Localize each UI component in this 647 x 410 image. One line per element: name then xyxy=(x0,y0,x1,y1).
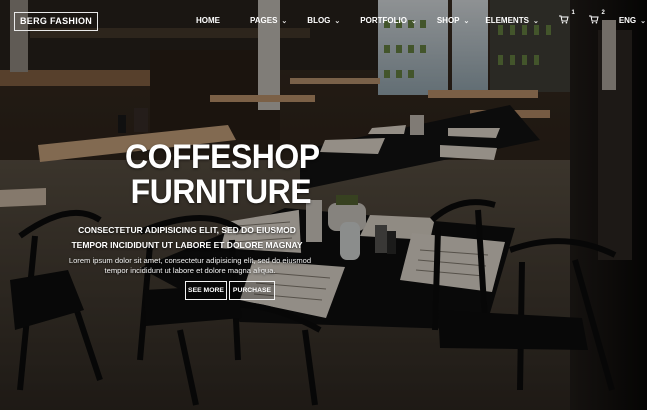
hero-title: COFFESHOP FURNITURE xyxy=(125,140,320,210)
language-label: ENG xyxy=(618,16,637,25)
chevron-down-icon: ⌄ xyxy=(532,17,539,25)
nav-item-elements[interactable]: ELEMENTS ⌄ xyxy=(485,16,538,25)
chevron-down-icon: ⌄ xyxy=(410,17,417,25)
nav-item-portfolio[interactable]: PORTFOLIO ⌄ xyxy=(360,16,417,25)
language-selector[interactable]: ENG ⌄ xyxy=(619,16,646,25)
nav-item-label: PAGES xyxy=(250,16,278,25)
site-header: BERG FASHION HOME PAGES ⌄ BLOG ⌄ PORTFOL… xyxy=(0,0,647,42)
cart-badge: 1 xyxy=(571,10,575,16)
purchase-button[interactable]: PURCHASE xyxy=(229,281,275,300)
nav-item-label: BLOG xyxy=(307,16,331,25)
nav-item-label: HOME xyxy=(196,16,220,25)
dark-overlay xyxy=(0,0,647,410)
nav-item-label: PORTFOLIO xyxy=(360,16,407,25)
see-more-button[interactable]: SEE MORE xyxy=(185,281,227,300)
nav-item-blog[interactable]: BLOG ⌄ xyxy=(307,16,340,25)
chevron-down-icon: ⌄ xyxy=(334,17,341,25)
chevron-down-icon: ⌄ xyxy=(463,17,470,25)
nav-item-label: ELEMENTS xyxy=(485,16,529,25)
cart-icon: 2 xyxy=(588,10,605,26)
hero-title-line-2: FURNITURE xyxy=(130,173,312,211)
page-frame: BERG FASHION HOME PAGES ⌄ BLOG ⌄ PORTFOL… xyxy=(0,0,647,410)
hero-body-text: Lorem ipsum dolor sit amet, consectetur … xyxy=(68,256,312,275)
nav-item-label: SHOP xyxy=(436,16,460,25)
nav-item-pages[interactable]: PAGES ⌄ xyxy=(250,16,287,25)
cart-badge: 2 xyxy=(601,10,605,16)
hero-title-line-1: COFFESHOP xyxy=(125,138,320,176)
nav-item-home[interactable]: HOME xyxy=(196,16,220,25)
chevron-down-icon: ⌄ xyxy=(281,17,288,25)
cart-button-2[interactable]: 2 xyxy=(588,10,605,26)
chevron-down-icon: ⌄ xyxy=(640,17,647,25)
brand-logo[interactable]: BERG FASHION xyxy=(14,12,99,31)
hero-subtitle: CONSECTETUR ADIPISICING ELIT, SED DO EIU… xyxy=(71,225,303,250)
cart-icon: 1 xyxy=(558,10,575,26)
cart-button-1[interactable]: 1 xyxy=(558,10,575,26)
main-navigation: HOME PAGES ⌄ BLOG ⌄ PORTFOLIO ⌄ SHOP ⌄ E… xyxy=(196,10,647,26)
nav-item-shop[interactable]: SHOP ⌄ xyxy=(437,16,470,25)
